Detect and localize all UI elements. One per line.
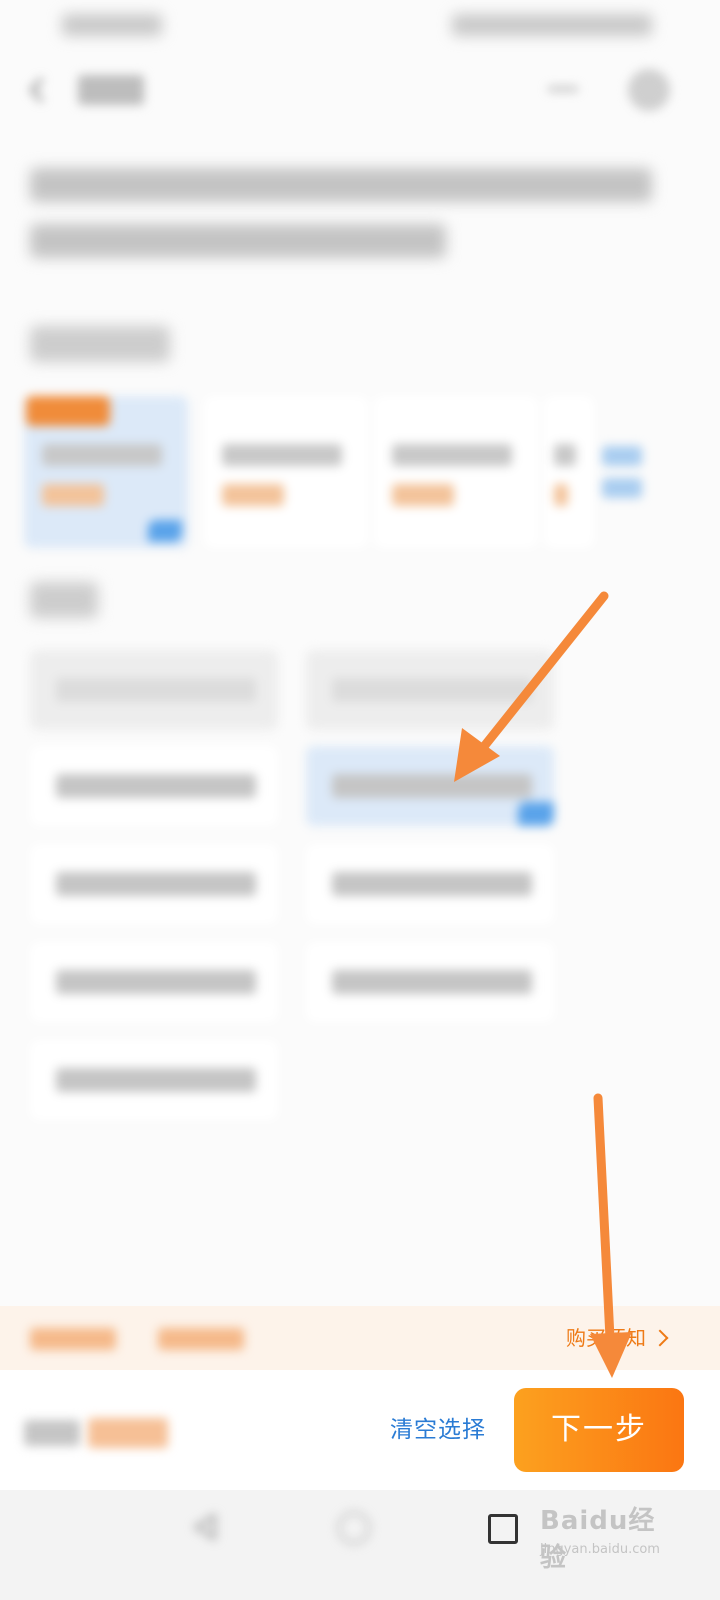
check-corner-icon: [518, 802, 554, 826]
time-slot: [30, 650, 278, 730]
time-slot[interactable]: [306, 844, 554, 924]
date-card[interactable]: [204, 396, 368, 548]
date-card-label: [554, 444, 576, 466]
purchase-notice-link[interactable]: 购买须知: [566, 1320, 669, 1356]
time-slot-label: [332, 872, 532, 896]
nav-back-icon[interactable]: [190, 1512, 220, 1542]
date-card-label: [42, 444, 162, 466]
time-slot-label: [332, 774, 532, 798]
watermark-logo: Baidu经验: [540, 1506, 656, 1573]
nav-recent-icon[interactable]: [488, 1514, 518, 1544]
close-icon[interactable]: [628, 69, 670, 111]
clear-selection-button[interactable]: 清空选择: [390, 1410, 486, 1450]
product-title-line: [30, 224, 446, 258]
time-slot[interactable]: [30, 1040, 278, 1120]
next-step-button[interactable]: 下一步: [514, 1388, 684, 1472]
time-slot-label: [332, 678, 532, 702]
product-title-line: [30, 168, 652, 202]
date-card[interactable]: [544, 396, 594, 548]
product-title: [30, 168, 660, 280]
action-bar: 清空选择 下一步: [0, 1370, 720, 1490]
time-slot-label: [56, 774, 256, 798]
total-price: [88, 1418, 168, 1448]
notice-tag: [30, 1328, 116, 1350]
check-corner-icon: [148, 520, 182, 542]
status-indicators: [452, 14, 652, 36]
nav-home-icon[interactable]: [338, 1512, 370, 1544]
status-time: [62, 14, 162, 36]
date-card-label: [392, 444, 512, 466]
date-card-price: [222, 484, 284, 506]
more-icon[interactable]: [546, 79, 580, 99]
notice-bar: 购买须知: [0, 1306, 720, 1370]
date-section-label: [30, 326, 170, 362]
watermark-url: jingyan.baidu.com: [540, 1542, 660, 1557]
date-selector: [24, 396, 704, 556]
time-section-label: [30, 582, 98, 618]
total-label: [24, 1420, 80, 1446]
date-card-price: [554, 484, 568, 506]
time-slot-label: [56, 1068, 256, 1092]
page-title: [78, 75, 144, 105]
more-dates-button[interactable]: [602, 446, 642, 500]
time-slot-selected[interactable]: [306, 746, 554, 826]
status-bar: [0, 0, 720, 50]
notice-tag: [158, 1328, 244, 1350]
time-slot-label: [332, 970, 532, 994]
date-card-price: [392, 484, 454, 506]
time-slot-label: [56, 678, 256, 702]
header: [0, 55, 720, 125]
date-card-label: [222, 444, 342, 466]
date-card[interactable]: [374, 396, 538, 548]
date-badge: [26, 396, 110, 426]
purchase-notice-label: 购买须知: [566, 1326, 646, 1350]
time-slot: [306, 650, 554, 730]
time-slot[interactable]: [30, 746, 278, 826]
time-slot[interactable]: [30, 844, 278, 924]
time-slot[interactable]: [30, 942, 278, 1022]
time-slot[interactable]: [306, 942, 554, 1022]
date-card[interactable]: [24, 396, 188, 548]
time-slot-label: [56, 970, 256, 994]
back-icon[interactable]: [24, 75, 52, 105]
date-card-price: [42, 484, 104, 506]
time-slot-label: [56, 872, 256, 896]
chevron-right-icon: [651, 1329, 669, 1346]
watermark: Baidu经验 jingyan.baidu.com: [540, 1486, 680, 1573]
